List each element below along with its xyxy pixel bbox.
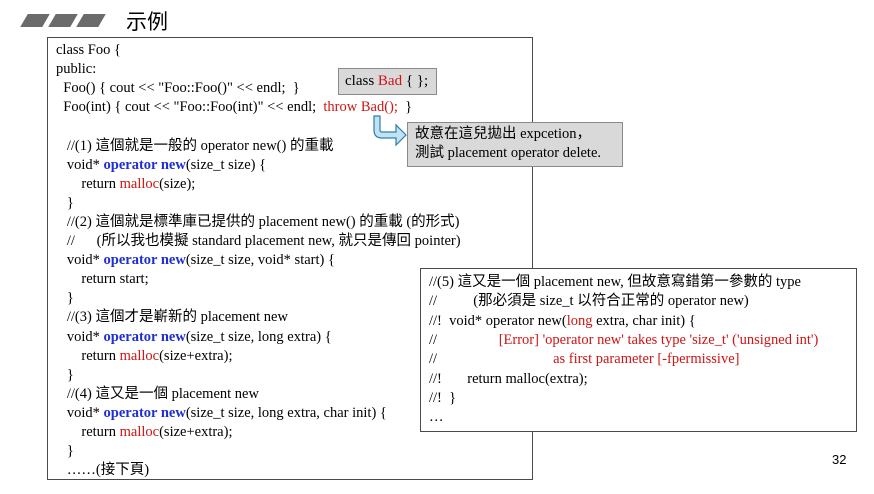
- code-highlight: as first parameter [-fpermissive]: [553, 351, 740, 368]
- code-line: //(4) 這又是一個 placement new: [56, 386, 259, 403]
- code-text: return: [56, 347, 120, 364]
- code-text: }: [397, 99, 413, 116]
- code-line: return malloc(size+extra);: [56, 348, 232, 365]
- code-line: // [Error] 'operator new' takes type 'si…: [429, 332, 818, 349]
- code-text: Foo(int) { cout << "Foo::Foo(int)" << en…: [56, 99, 324, 116]
- header-bar-icon: [48, 14, 78, 27]
- code-line: return malloc(size);: [56, 176, 195, 193]
- code-text: //! }: [429, 389, 457, 406]
- code-line: void* operator new(size_t size, long ext…: [56, 329, 332, 346]
- code-line: Foo() { cout << "Foo::Foo()" << endl; }: [56, 80, 300, 97]
- code-line: //(5) 這又是一個 placement new, 但故意寫錯第一參數的 ty…: [429, 274, 801, 291]
- code-text: (size_t size) {: [185, 156, 267, 173]
- code-text: (size+extra);: [159, 347, 233, 364]
- code-text: ……(接下頁): [56, 462, 150, 479]
- code-text: extra, char init) {: [592, 312, 696, 329]
- code-text: void*: [56, 252, 104, 269]
- code-line: //! void* operator new(long extra, char …: [429, 313, 696, 330]
- code-highlight: [Error] 'operator new' takes type 'size_…: [498, 331, 819, 348]
- code-line: // (那必須是 size_t 以符合正常的 operator new): [429, 293, 749, 310]
- code-line: //(3) 這個才是嶄新的 placement new: [56, 309, 288, 326]
- code-keyword: operator new: [103, 156, 186, 173]
- bad-prefix: class: [345, 73, 378, 89]
- header-bar-icon: [20, 14, 50, 27]
- code-highlight: throw Bad();: [323, 99, 398, 116]
- code-line: ……(接下頁): [56, 462, 149, 479]
- code-line: return start;: [56, 271, 149, 288]
- code-text: (size);: [159, 175, 196, 192]
- code-keyword: operator new: [103, 252, 186, 269]
- code-line: return malloc(size+extra);: [56, 424, 232, 441]
- code-text: public:: [56, 61, 97, 78]
- code-highlight: malloc: [119, 424, 160, 440]
- code-text: void*: [56, 404, 104, 421]
- code-text: return start;: [56, 271, 149, 288]
- code-text: }: [56, 290, 74, 307]
- code-line: void* operator new(size_t size, long ext…: [56, 405, 387, 422]
- code-line: public:: [56, 61, 96, 78]
- code-highlight: malloc: [119, 347, 160, 364]
- code-text: (size_t size, long extra) {: [185, 328, 332, 345]
- code-text: (size_t size, long extra, char init) {: [185, 404, 387, 421]
- code-text: // (所以我也模擬 standard placement new, 就只是傳回…: [56, 233, 461, 249]
- bad-class-callout: class Bad { };: [338, 68, 437, 95]
- code-line: }: [56, 367, 74, 384]
- code-line: class Foo {: [56, 42, 121, 59]
- code-text: //: [429, 351, 554, 368]
- code-text: //! return malloc(extra);: [429, 370, 588, 387]
- code-line: void* operator new(size_t size, void* st…: [56, 252, 335, 269]
- code-line: //(1) 這個就是一般的 operator new() 的重載: [56, 137, 334, 155]
- code-text: }: [56, 366, 74, 383]
- code-text: (size_t size, void* start) {: [185, 252, 335, 269]
- code-line: //(2) 這個就是標準庫已提供的 placement new() 的重載 (的…: [56, 214, 460, 231]
- code-text: //: [429, 331, 499, 348]
- code-text: }: [56, 194, 74, 211]
- code-text: //(1) 這個就是一般的 operator new() 的重載: [56, 137, 334, 154]
- code-text: }: [56, 443, 74, 460]
- header-bar-icon: [76, 14, 106, 27]
- code-line: }: [56, 290, 74, 307]
- code-text: return: [56, 424, 120, 440]
- code-text: (size+extra);: [159, 424, 233, 440]
- code-line: // (所以我也模擬 standard placement new, 就只是傳回…: [56, 233, 461, 250]
- code-text: void*: [56, 156, 104, 173]
- note-line: 測試 placement operator delete.: [415, 145, 602, 161]
- code-line: //! return malloc(extra);: [429, 371, 588, 388]
- code-text: class Foo {: [56, 42, 121, 58]
- code-line: Foo(int) { cout << "Foo::Foo(int)" << en…: [56, 99, 412, 116]
- code-text: …: [429, 409, 444, 426]
- code-text: void*: [56, 328, 104, 345]
- exception-note-callout: 故意在這兒拋出 expcetion， 測試 placement operator…: [407, 122, 623, 167]
- code-text: return: [56, 175, 120, 192]
- code-text: //(2) 這個就是標準庫已提供的 placement new() 的重載 (的…: [56, 213, 460, 230]
- code-text: //(3) 這個才是嶄新的 placement new: [56, 309, 288, 326]
- bad-name: Bad: [377, 73, 403, 89]
- code-line: // as first parameter [-fpermissive]: [429, 351, 739, 368]
- code-text: // (那必須是 size_t 以符合正常的 operator new): [429, 293, 749, 310]
- code-text: //(4) 這又是一個 placement new: [56, 385, 259, 402]
- code-line: …: [429, 409, 444, 426]
- code-listing-error-example: //(5) 這又是一個 placement new, 但故意寫錯第一參數的 ty…: [420, 268, 857, 432]
- code-line: }: [56, 195, 74, 212]
- code-text: Foo() { cout << "Foo::Foo()" << endl; }: [56, 80, 300, 97]
- note-line: 故意在這兒拋出 expcetion，: [415, 126, 591, 142]
- code-line: void* operator new(size_t size) {: [56, 157, 266, 174]
- code-line: //! }: [429, 390, 456, 407]
- page-title: 示例: [126, 10, 168, 34]
- code-highlight: malloc: [119, 175, 160, 192]
- code-keyword: operator new: [103, 328, 186, 345]
- code-line: }: [56, 443, 74, 460]
- code-text: //(5) 這又是一個 placement new, 但故意寫錯第一參數的 ty…: [429, 274, 801, 290]
- code-highlight: long: [566, 312, 593, 329]
- code-keyword: operator new: [103, 404, 186, 421]
- curved-arrow-icon: [373, 115, 407, 147]
- bad-suffix: { };: [402, 73, 429, 89]
- code-text: //! void* operator new(: [429, 312, 567, 329]
- page-number: 32: [832, 452, 847, 467]
